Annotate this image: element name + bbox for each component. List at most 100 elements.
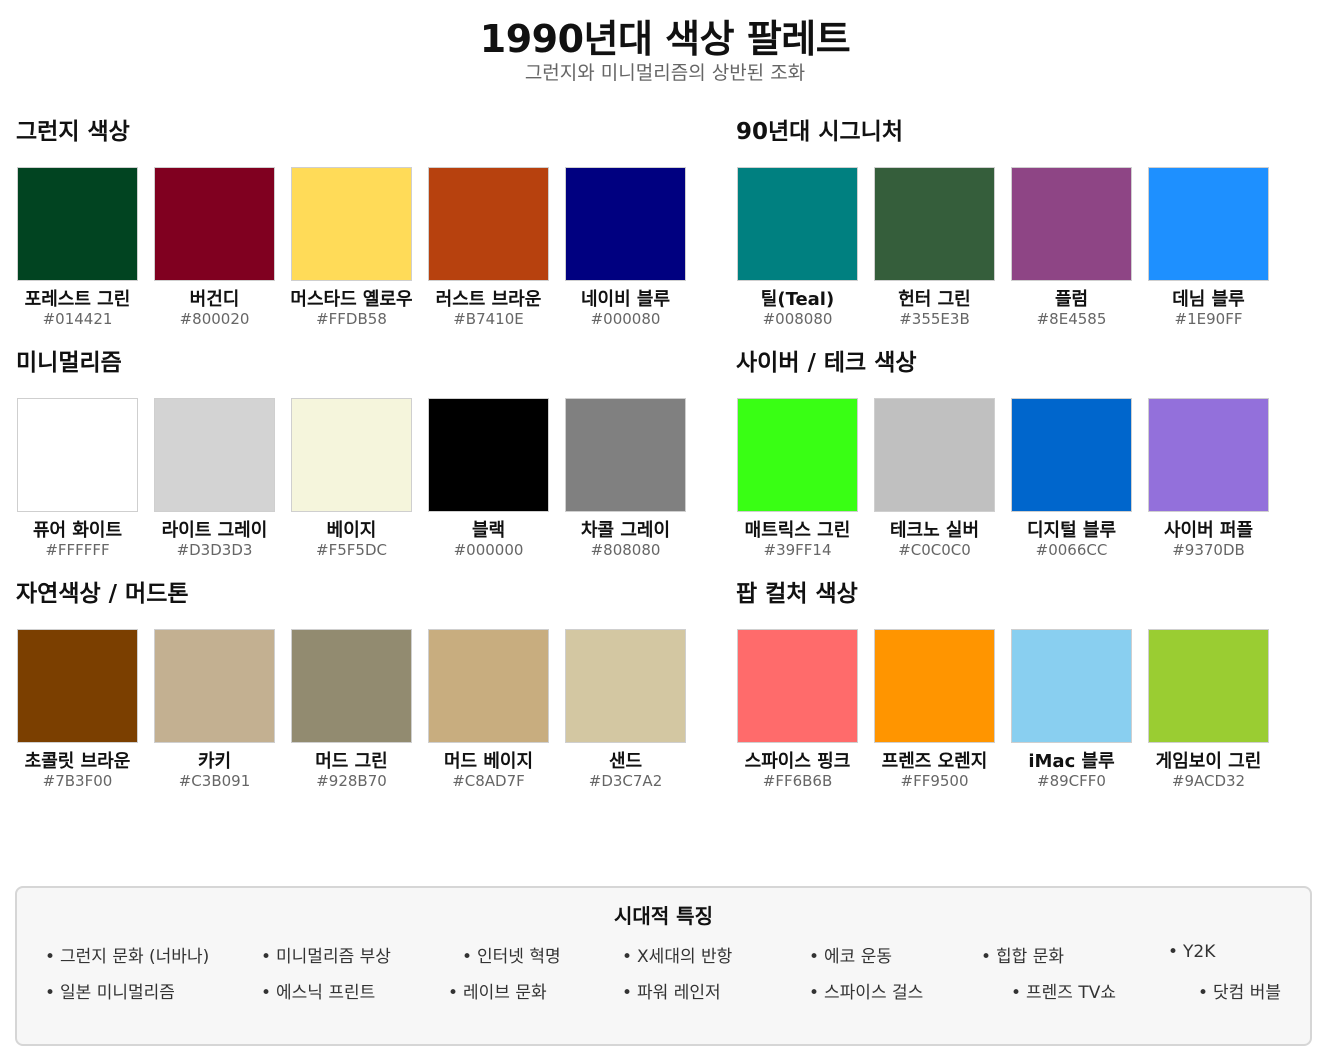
swatch-color-box [565, 398, 686, 512]
era-feature-item: 스파이스 걸스 [809, 978, 923, 1003]
era-feature-item: 그런지 문화 (너바나) [45, 942, 209, 967]
swatch-name: 데님 블루 [1172, 289, 1245, 310]
swatch-hex-code: #0066CC [1035, 541, 1108, 559]
section-title: 미니멀리즘 [16, 350, 122, 376]
swatch-color-box [874, 629, 995, 743]
swatch-hex-code: #355E3B [899, 310, 970, 328]
swatch-color-box [428, 629, 549, 743]
swatch-name: 틸(Teal) [760, 289, 835, 310]
swatch-color-box [17, 167, 138, 281]
swatch-name: 헌터 그린 [898, 289, 971, 310]
swatch-color-box [737, 167, 858, 281]
era-feature-item: 힙합 문화 [981, 942, 1064, 967]
swatch-color-box [17, 398, 138, 512]
swatch-name: 디지털 블루 [1026, 520, 1117, 541]
swatch-name: 버건디 [189, 289, 240, 310]
swatch-color-box [17, 629, 138, 743]
swatch-name: 포레스트 그린 [24, 289, 131, 310]
swatch-hex-code: #FFDB58 [316, 310, 387, 328]
swatch-hex-code: #FF6B6B [762, 772, 833, 790]
section-title: 90년대 시그니처 [736, 119, 903, 145]
swatch-color-box [428, 398, 549, 512]
era-feature-item: 프렌즈 TV쇼 [1011, 978, 1116, 1003]
swatch-name: 머스타드 옐로우 [290, 289, 413, 310]
era-feature-item: 레이브 문화 [448, 978, 547, 1003]
page-title: 1990년대 색상 팔레트 [479, 17, 851, 61]
swatch-color-box [291, 167, 412, 281]
swatch-hex-code: #FF9500 [900, 772, 969, 790]
swatch-color-box [428, 167, 549, 281]
swatch-color-box [874, 167, 995, 281]
swatch-hex-code: #808080 [590, 541, 661, 559]
swatch-color-box [1148, 398, 1269, 512]
swatch-name: 카키 [197, 751, 232, 772]
swatch-name: iMac 블루 [1028, 751, 1115, 772]
swatch-color-box [1148, 629, 1269, 743]
swatch-name: 러스트 브라운 [435, 289, 542, 310]
section-title: 팝 컬처 색상 [736, 581, 858, 607]
era-feature-item: X세대의 반항 [622, 942, 732, 967]
swatch-name: 초콜릿 브라운 [24, 751, 131, 772]
swatch-color-box [154, 167, 275, 281]
era-feature-item: 파워 레인저 [622, 978, 721, 1003]
swatch-hex-code: #C8AD7F [452, 772, 525, 790]
swatch-hex-code: #9370DB [1172, 541, 1245, 559]
swatch-hex-code: #928B70 [316, 772, 387, 790]
swatch-hex-code: #8E4585 [1036, 310, 1107, 328]
swatch-name: 퓨어 화이트 [32, 520, 123, 541]
swatch-hex-code: #F5F5DC [316, 541, 387, 559]
swatch-hex-code: #39FF14 [763, 541, 832, 559]
era-feature-item: 인터넷 혁명 [462, 942, 561, 967]
swatch-color-box [1011, 167, 1132, 281]
swatch-name: 샌드 [608, 751, 643, 772]
swatch-hex-code: #014421 [42, 310, 113, 328]
swatch-color-box [737, 629, 858, 743]
swatch-color-box [1011, 398, 1132, 512]
swatch-name: 머드 그린 [315, 751, 388, 772]
section-title: 사이버 / 테크 색상 [736, 350, 917, 376]
section-title: 자연색상 / 머드톤 [16, 581, 189, 607]
swatch-hex-code: #1E90FF [1174, 310, 1243, 328]
swatch-name: 플럼 [1054, 289, 1089, 310]
swatch-name: 스파이스 핑크 [744, 751, 851, 772]
swatch-name: 네이비 블루 [580, 289, 671, 310]
swatch-color-box [154, 629, 275, 743]
swatch-name: 라이트 그레이 [161, 520, 268, 541]
era-feature-item: 미니멀리즘 부상 [261, 942, 391, 967]
swatch-color-box [291, 629, 412, 743]
swatch-hex-code: #008080 [762, 310, 833, 328]
swatch-name: 매트릭스 그린 [744, 520, 851, 541]
swatch-color-box [1148, 167, 1269, 281]
era-feature-item: 에스닉 프린트 [261, 978, 375, 1003]
era-features-title: 시대적 특징 [614, 904, 713, 928]
swatch-name: 베이지 [326, 520, 377, 541]
swatch-hex-code: #000000 [453, 541, 524, 559]
swatch-name: 테크노 실버 [889, 520, 980, 541]
swatch-color-box [1011, 629, 1132, 743]
swatch-color-box [874, 398, 995, 512]
swatch-name: 게임보이 그린 [1155, 751, 1262, 772]
swatch-color-box [565, 629, 686, 743]
swatch-hex-code: #C0C0C0 [898, 541, 971, 559]
swatch-hex-code: #D3C7A2 [588, 772, 663, 790]
swatch-hex-code: #C3B091 [178, 772, 251, 790]
swatch-hex-code: #B7410E [453, 310, 524, 328]
swatch-color-box [154, 398, 275, 512]
era-feature-item: 일본 미니멀리즘 [45, 978, 175, 1003]
swatch-name: 블랙 [471, 520, 506, 541]
swatch-hex-code: #FFFFFF [45, 541, 110, 559]
swatch-name: 차콜 그레이 [580, 520, 671, 541]
swatch-hex-code: #000080 [590, 310, 661, 328]
swatch-hex-code: #9ACD32 [1171, 772, 1246, 790]
swatch-color-box [737, 398, 858, 512]
section-title: 그런지 색상 [16, 119, 130, 145]
era-feature-item: 에코 운동 [809, 942, 892, 967]
swatch-name: 머드 베이지 [443, 751, 534, 772]
swatch-hex-code: #800020 [179, 310, 250, 328]
swatch-color-box [565, 167, 686, 281]
era-feature-item: Y2K [1168, 942, 1215, 962]
swatch-color-box [291, 398, 412, 512]
era-feature-item: 닷컴 버블 [1198, 978, 1281, 1003]
swatch-hex-code: #7B3F00 [42, 772, 113, 790]
swatch-hex-code: #D3D3D3 [176, 541, 253, 559]
